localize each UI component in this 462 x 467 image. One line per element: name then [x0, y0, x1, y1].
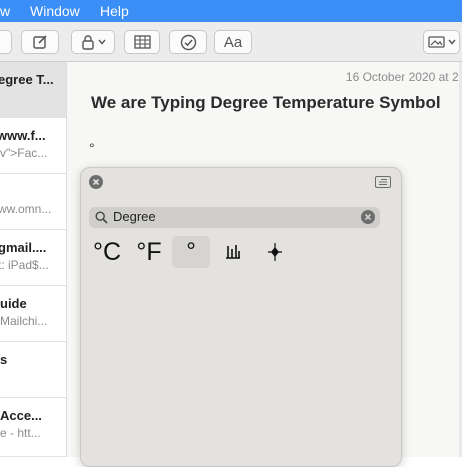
note-heading: We are Typing Degree Temperature Symbol	[91, 93, 441, 112]
search-query: Degree	[113, 209, 156, 224]
menu-bar: w Window Help	[0, 0, 462, 22]
table-button[interactable]	[124, 30, 160, 54]
note-title: Acce...	[0, 408, 42, 423]
list-item[interactable]: s	[0, 342, 66, 398]
note-subtitle: v">Fac...	[0, 146, 48, 160]
lock-icon	[81, 34, 95, 50]
typed-degree-symbol: °	[89, 140, 95, 156]
menu-window[interactable]: Window	[30, 3, 80, 19]
note-title: www.f...	[0, 128, 46, 143]
note-subtitle: ww.omn...	[0, 202, 52, 216]
chevron-down-icon	[447, 39, 456, 45]
expand-viewer-icon[interactable]	[375, 176, 391, 188]
thermometer-icon	[226, 245, 240, 259]
glyph-degree-sign-label: °	[186, 238, 196, 265]
clear-search-icon[interactable]	[361, 210, 375, 224]
list-item[interactable]: egree T...	[0, 62, 66, 118]
list-item[interactable]: Acce... e - htt...	[0, 398, 66, 457]
character-search-field[interactable]: Degree	[89, 207, 380, 228]
note-subtitle: t: iPad$...	[0, 258, 49, 272]
menu-view[interactable]: w	[0, 3, 10, 19]
note-title: egree T...	[0, 72, 54, 87]
toolbar-partial-button[interactable]	[0, 30, 12, 54]
menu-help[interactable]: Help	[100, 3, 129, 19]
glyph-degree-celsius[interactable]: °C	[88, 236, 126, 268]
toolbar: Aa	[0, 22, 462, 62]
photo-icon	[427, 35, 445, 49]
media-button[interactable]	[423, 30, 460, 54]
format-label: Aa	[223, 33, 243, 51]
compass-icon	[268, 243, 282, 261]
glyph-degree-fahrenheit[interactable]: °F	[130, 236, 168, 268]
lock-note-button[interactable]	[71, 30, 115, 54]
chevron-down-icon	[97, 39, 106, 45]
note-title: s	[0, 352, 8, 367]
format-button[interactable]: Aa	[214, 30, 252, 54]
glyph-thermometer-symbol[interactable]	[214, 236, 252, 268]
character-viewer: Degree °C °F °	[80, 167, 402, 467]
search-icon	[95, 211, 108, 229]
list-item[interactable]: www.f... v">Fac...	[0, 118, 66, 174]
note-title: gmail....	[0, 240, 47, 255]
list-item[interactable]: uide Mailchi...	[0, 286, 66, 342]
list-item[interactable]: ww.omn...	[0, 174, 66, 230]
glyph-compass-symbol[interactable]	[256, 236, 294, 268]
note-subtitle: e - htt...	[0, 426, 41, 440]
compose-icon	[32, 34, 48, 50]
note-title: uide	[0, 296, 27, 311]
checklist-button[interactable]	[169, 30, 207, 54]
table-icon	[133, 35, 151, 49]
notes-list: egree T... www.f... v">Fac... ww.omn... …	[0, 62, 67, 457]
close-icon[interactable]	[89, 175, 103, 189]
note-subtitle: Mailchi...	[0, 314, 48, 328]
glyph-degree-sign[interactable]: °	[172, 236, 210, 268]
list-item[interactable]: gmail.... t: iPad$...	[0, 230, 66, 286]
checkmark-circle-icon	[180, 34, 197, 51]
compose-note-button[interactable]	[21, 30, 59, 54]
note-date: 16 October 2020 at 2:	[345, 70, 462, 84]
